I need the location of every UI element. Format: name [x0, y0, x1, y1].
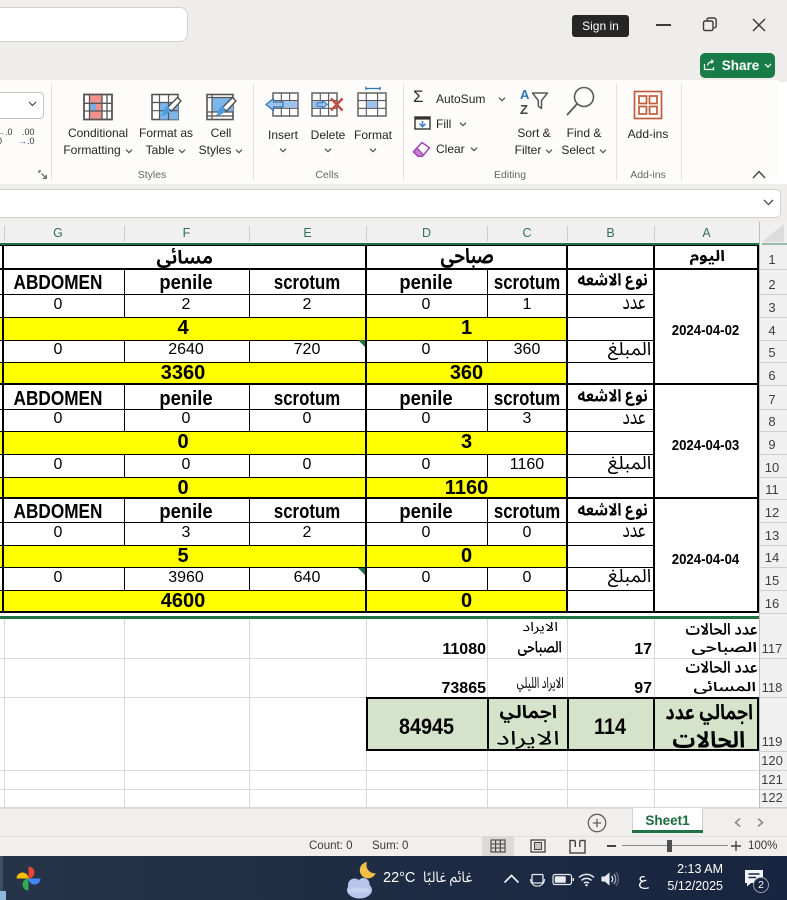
svg-text:A: A [520, 87, 530, 102]
svg-text:Z: Z [520, 102, 528, 117]
